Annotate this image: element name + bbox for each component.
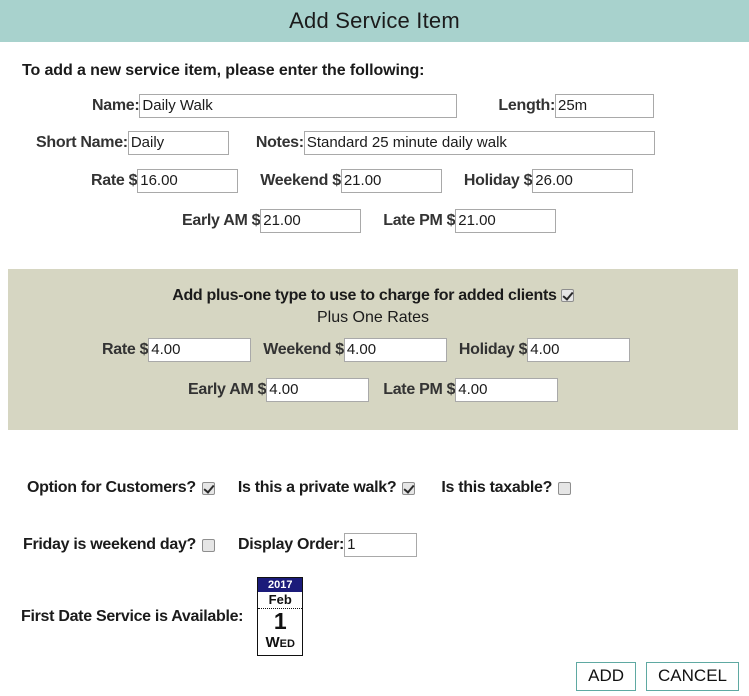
- customer-option-checkbox[interactable]: [201, 481, 215, 495]
- length-input[interactable]: 25m: [554, 94, 654, 118]
- early-am-input[interactable]: 21.00: [260, 209, 362, 233]
- plus-one-early-am-label: Early AM $: [188, 381, 267, 398]
- length-label: Length:: [498, 97, 555, 114]
- private-walk-label: Is this a private walk?: [237, 479, 397, 496]
- taxable-label: Is this taxable?: [441, 479, 553, 496]
- calendar-weekday-rest: ED: [279, 638, 295, 650]
- plus-one-rate-input[interactable]: 4.00: [148, 338, 252, 362]
- plus-one-holiday-input[interactable]: 4.00: [527, 338, 631, 362]
- plus-one-weekend-input[interactable]: 4.00: [343, 338, 447, 362]
- plus-one-weekend-label: Weekend $: [263, 341, 344, 358]
- weekend-rate-label: Weekend $: [260, 172, 341, 189]
- plus-one-early-am-input[interactable]: 4.00: [266, 378, 370, 402]
- form-instructions: To add a new service item, please enter …: [22, 62, 425, 79]
- display-order-label: Display Order:: [238, 536, 345, 553]
- early-am-label: Early AM $: [182, 212, 261, 229]
- plus-one-late-pm-label: Late PM $: [383, 381, 456, 398]
- options-row-1: Option for Customers? Is this a private …: [0, 479, 572, 497]
- dialog-actions: ADD CANCEL: [576, 662, 739, 691]
- rate-input[interactable]: 16.00: [137, 169, 239, 193]
- first-date-label: First Date Service is Available:: [21, 607, 244, 625]
- plus-one-earlyam-latepm-row: Early AM $ 4.00 Late PM $ 4.00: [8, 378, 738, 402]
- calendar-year: 2017: [258, 578, 303, 592]
- earlyam-latepm-row: Early AM $ 21.00 Late PM $ 21.00: [0, 209, 749, 233]
- notes-input[interactable]: Standard 25 minute daily walk: [303, 131, 655, 155]
- taxable-checkbox[interactable]: [558, 481, 572, 495]
- short-name-input[interactable]: Daily: [127, 131, 229, 155]
- rates-row: Rate $ 16.00 Weekend $ 21.00 Holiday $ 2…: [0, 169, 749, 193]
- shortname-notes-row: Short Name: Daily Notes: Standard 25 min…: [0, 131, 749, 155]
- add-button[interactable]: ADD: [576, 662, 637, 691]
- short-name-label: Short Name:: [36, 134, 128, 151]
- holiday-rate-input[interactable]: 26.00: [532, 169, 634, 193]
- plus-one-holiday-label: Holiday $: [458, 341, 528, 358]
- plus-one-late-pm-input[interactable]: 4.00: [455, 378, 559, 402]
- calendar-day: 1: [273, 608, 287, 634]
- plus-one-rates-row: Rate $ 4.00 Weekend $ 4.00 Holiday $ 4.0…: [8, 338, 738, 362]
- private-walk-checkbox[interactable]: [402, 481, 416, 495]
- holiday-rate-label: Holiday $: [463, 172, 533, 189]
- calendar-month: Feb: [258, 592, 303, 609]
- options-row-2: Friday is weekend day? Display Order: 1: [0, 533, 418, 557]
- name-input[interactable]: Daily Walk: [139, 94, 458, 118]
- customer-option-label: Option for Customers?: [27, 479, 196, 496]
- display-order-input[interactable]: 1: [344, 533, 418, 557]
- calendar-date-picker-icon[interactable]: 2017 Feb 1 WED: [257, 577, 304, 656]
- calendar-weekday: WED: [258, 634, 302, 655]
- plus-one-enable-checkbox[interactable]: [560, 289, 574, 302]
- plus-one-panel: Add plus-one type to use to charge for a…: [8, 269, 738, 430]
- late-pm-label: Late PM $: [383, 212, 456, 229]
- first-date-row: First Date Service is Available: 2017 Fe…: [0, 577, 304, 656]
- rate-label: Rate $: [91, 172, 138, 189]
- notes-label: Notes:: [255, 134, 304, 151]
- friday-weekend-checkbox[interactable]: [202, 538, 216, 552]
- page-title: Add Service Item: [289, 8, 460, 33]
- weekend-rate-input[interactable]: 21.00: [340, 169, 442, 193]
- calendar-weekday-first: W: [265, 634, 280, 651]
- plus-one-rate-label: Rate $: [102, 341, 149, 358]
- late-pm-input[interactable]: 21.00: [455, 209, 557, 233]
- plus-one-title: Add plus-one type to use to charge for a…: [172, 287, 557, 304]
- name-length-row: Name: Daily Walk Length: 25m: [0, 94, 749, 118]
- dialog-titlebar: Add Service Item: [0, 0, 749, 42]
- plus-one-subtitle: Plus One Rates: [316, 309, 430, 326]
- cancel-button[interactable]: CANCEL: [646, 662, 739, 691]
- plus-one-title-row: Add plus-one type to use to charge for a…: [8, 269, 738, 305]
- name-label: Name:: [92, 97, 140, 114]
- friday-weekend-label: Friday is weekend day?: [23, 536, 197, 553]
